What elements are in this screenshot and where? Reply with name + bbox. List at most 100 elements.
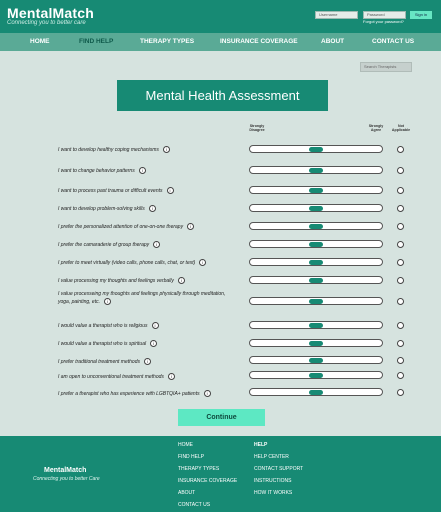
agreement-slider[interactable]: [249, 339, 383, 347]
question-label: I want to develop healthy coping mechani…: [58, 146, 159, 153]
agreement-slider[interactable]: [249, 222, 383, 230]
question-label: I prefer traditional treatment methods: [58, 358, 140, 365]
question-label: I prefer the camaraderie of group therap…: [58, 241, 150, 248]
slider-thumb[interactable]: [309, 188, 323, 193]
search-therapists-input[interactable]: Search Therapists: [360, 62, 412, 72]
not-applicable-radio[interactable]: [397, 205, 404, 212]
slider-thumb[interactable]: [309, 341, 323, 346]
info-icon[interactable]: i: [203, 390, 211, 397]
question-label: I prefer to meet virtually (video calls,…: [58, 259, 196, 266]
slider-thumb[interactable]: [309, 147, 323, 152]
not-applicable-radio[interactable]: [397, 340, 404, 347]
username-input[interactable]: Username: [315, 11, 358, 19]
info-icon[interactable]: i: [199, 259, 207, 266]
info-icon[interactable]: i: [144, 358, 151, 365]
info-icon[interactable]: i: [187, 223, 195, 230]
slider-thumb[interactable]: [309, 323, 323, 328]
question-label: I would value a therapist who is spiritu…: [58, 340, 147, 347]
footer-brand-name: MentalMatch: [44, 467, 87, 474]
question-text: I want to process past trauma or difficu…: [58, 187, 174, 195]
agreement-slider[interactable]: [249, 258, 383, 266]
continue-button[interactable]: Continue: [178, 409, 265, 426]
password-input[interactable]: Password: [363, 11, 406, 19]
footer-link-help-center[interactable]: HELP CENTER: [254, 454, 289, 460]
slider-thumb[interactable]: [309, 224, 323, 229]
footer-link-how-it-works[interactable]: HOW IT WORKS: [254, 490, 292, 496]
info-icon[interactable]: i: [177, 277, 185, 284]
not-applicable-radio[interactable]: [397, 322, 404, 329]
question-text: I want to develop healthy coping mechani…: [58, 146, 170, 154]
not-applicable-radio[interactable]: [397, 187, 404, 194]
footer-link-find-help[interactable]: FIND HELP: [178, 454, 204, 460]
slider-thumb[interactable]: [309, 206, 323, 211]
not-applicable-radio[interactable]: [397, 277, 404, 284]
nav-about[interactable]: ABOUT: [321, 33, 344, 51]
question-text: I value processeing my thoughts and feel…: [58, 291, 228, 306]
question-text: I am open to unconventional treatment me…: [58, 373, 175, 381]
slider-thumb[interactable]: [309, 299, 323, 304]
question-label: I want to change behavior patterns: [58, 167, 135, 174]
slider-thumb[interactable]: [309, 242, 323, 247]
footer-link-contact-support[interactable]: CONTACT SUPPORT: [254, 466, 303, 472]
not-applicable-radio[interactable]: [397, 241, 404, 248]
info-icon[interactable]: i: [153, 241, 161, 248]
not-applicable-radio[interactable]: [397, 223, 404, 230]
not-applicable-label: Not Applicable: [391, 124, 411, 133]
footer-link-therapy-types[interactable]: THERAPY TYPES: [178, 466, 219, 472]
info-icon[interactable]: i: [162, 146, 170, 153]
slider-thumb[interactable]: [309, 390, 323, 395]
agreement-slider[interactable]: [249, 356, 383, 364]
not-applicable-radio[interactable]: [397, 146, 404, 153]
footer-link-insurance-coverage[interactable]: INSURANCE COVERAGE: [178, 478, 237, 484]
question-text: I prefer the personalized attention of o…: [58, 223, 195, 231]
question-text: I prefer the camaraderie of group therap…: [58, 241, 161, 249]
question-text: I want to change behavior patterns i: [58, 167, 146, 175]
info-icon[interactable]: i: [148, 205, 156, 212]
agreement-slider[interactable]: [249, 321, 383, 329]
agreement-slider[interactable]: [249, 145, 383, 153]
footer-link-about[interactable]: ABOUT: [178, 490, 195, 496]
info-icon[interactable]: i: [167, 373, 175, 380]
nav-therapy-types[interactable]: THERAPY TYPES: [140, 33, 194, 51]
not-applicable-radio[interactable]: [397, 372, 404, 379]
slider-thumb[interactable]: [309, 373, 323, 378]
question-label: I am open to unconventional treatment me…: [58, 373, 164, 380]
nav-contact-us[interactable]: CONTACT US: [372, 33, 414, 51]
slider-thumb[interactable]: [309, 358, 323, 363]
nav-find-help[interactable]: FIND HELP: [79, 33, 113, 51]
question-text: I prefer to meet virtually (video calls,…: [58, 259, 207, 267]
info-icon[interactable]: i: [103, 298, 111, 305]
footer-link-instructions[interactable]: INSTRUCTIONS: [254, 478, 292, 484]
agreement-slider[interactable]: [249, 388, 383, 396]
not-applicable-radio[interactable]: [397, 167, 404, 174]
agreement-slider[interactable]: [249, 240, 383, 248]
logo-title[interactable]: MentalMatch: [7, 5, 94, 21]
question-text: I prefer traditional treatment methods i: [58, 358, 151, 366]
footer-help-heading: HELP: [254, 442, 268, 448]
agreement-slider[interactable]: [249, 204, 383, 212]
question-label: I value processeing my thoughts and feel…: [58, 291, 226, 305]
agreement-slider[interactable]: [249, 297, 383, 305]
slider-thumb[interactable]: [309, 278, 323, 283]
sign-in-button[interactable]: Sign in: [410, 11, 432, 19]
forgot-password-link[interactable]: Forgot your password?: [363, 19, 404, 24]
info-icon[interactable]: i: [150, 340, 158, 347]
footer-link-contact-us[interactable]: CONTACT US: [178, 502, 210, 508]
not-applicable-radio[interactable]: [397, 389, 404, 396]
nav-home[interactable]: HOME: [30, 33, 50, 51]
agreement-slider[interactable]: [249, 276, 383, 284]
slider-thumb[interactable]: [309, 260, 323, 265]
slider-thumb[interactable]: [309, 168, 323, 173]
nav-insurance-coverage[interactable]: INSURANCE COVERAGE: [220, 33, 298, 51]
not-applicable-radio[interactable]: [397, 259, 404, 266]
question-label: I want to process past trauma or difficu…: [58, 187, 163, 194]
not-applicable-radio[interactable]: [397, 298, 404, 305]
footer-link-home[interactable]: HOME: [178, 442, 193, 448]
info-icon[interactable]: i: [166, 187, 174, 194]
not-applicable-radio[interactable]: [397, 357, 404, 364]
info-icon[interactable]: i: [151, 322, 159, 329]
agreement-slider[interactable]: [249, 166, 383, 174]
agreement-slider[interactable]: [249, 186, 383, 194]
info-icon[interactable]: i: [138, 167, 146, 174]
agreement-slider[interactable]: [249, 371, 383, 379]
